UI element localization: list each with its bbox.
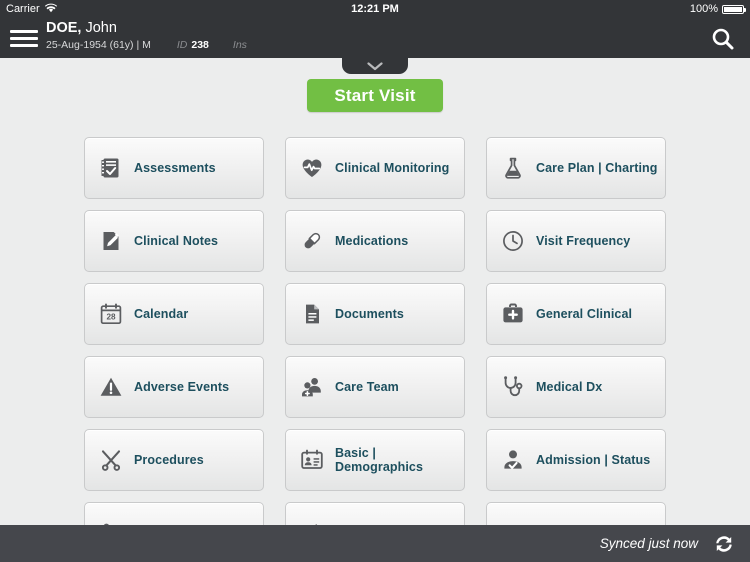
tile-procedures[interactable]: Procedures bbox=[84, 429, 264, 491]
id-card-icon bbox=[299, 447, 325, 473]
tile-label: Admission | Status bbox=[536, 453, 651, 467]
note-pencil-icon bbox=[98, 228, 124, 254]
tile-clinical-notes[interactable]: Clinical Notes bbox=[84, 210, 264, 272]
clipboard-check-icon bbox=[98, 155, 124, 181]
patient-first-name: John bbox=[81, 20, 117, 36]
tile-label: Medications bbox=[335, 234, 409, 248]
tile-label: Documents bbox=[335, 307, 404, 321]
status-bar-right: 100% bbox=[689, 3, 746, 15]
tile-label: Procedures bbox=[134, 453, 204, 467]
patient-id-value: 238 bbox=[191, 39, 209, 51]
module-tile-grid: Assessments Clinical Monitoring Care Pla… bbox=[84, 137, 666, 562]
tile-admission-status[interactable]: Admission | Status bbox=[486, 429, 666, 491]
patient-last-name: DOE, bbox=[46, 20, 82, 36]
battery-full-icon bbox=[722, 4, 746, 14]
tile-label: Adverse Events bbox=[134, 380, 230, 394]
calendar-28-icon: 28 bbox=[98, 301, 124, 327]
tile-general-clinical[interactable]: General Clinical bbox=[486, 283, 666, 345]
tile-label: Care Team bbox=[335, 380, 399, 394]
tile-adverse-events[interactable]: Adverse Events bbox=[84, 356, 264, 418]
sync-status-text: Synced just now bbox=[599, 536, 698, 551]
document-icon bbox=[299, 301, 325, 327]
stethoscope-icon bbox=[500, 374, 526, 400]
people-add-icon bbox=[299, 374, 325, 400]
medical-bag-icon bbox=[500, 301, 526, 327]
tile-label: Visit Frequency bbox=[536, 234, 631, 248]
chevron-down-icon bbox=[367, 61, 383, 71]
person-check-icon bbox=[500, 447, 526, 473]
status-bar-time: 12:21 PM bbox=[351, 3, 399, 15]
tile-medications[interactable]: Medications bbox=[285, 210, 465, 272]
tile-label: Clinical Monitoring bbox=[335, 161, 450, 175]
expand-header-handle[interactable] bbox=[342, 58, 408, 74]
app-root: Carrier 12:21 PM 100% DOE, John 25-Aug-1… bbox=[0, 0, 750, 562]
tile-label: Clinical Notes bbox=[134, 234, 219, 248]
hamburger-menu-icon[interactable] bbox=[10, 26, 38, 50]
insurance-label: Ins bbox=[232, 39, 247, 51]
tile-label: Basic | Demographics bbox=[335, 446, 424, 474]
tile-care-team[interactable]: Care Team bbox=[285, 356, 465, 418]
patient-meta: 25-Aug-1954 (61y) | M ID 238 Ins bbox=[46, 39, 247, 51]
scissors-scalpel-icon bbox=[98, 447, 124, 473]
tile-documents[interactable]: Documents bbox=[285, 283, 465, 345]
tile-basic-demographics[interactable]: Basic | Demographics bbox=[285, 429, 465, 491]
svg-text:28: 28 bbox=[106, 313, 116, 322]
clock-icon bbox=[500, 228, 526, 254]
patient-name: DOE, John bbox=[46, 20, 117, 36]
flask-icon bbox=[500, 155, 526, 181]
tile-calendar[interactable]: 28 Calendar bbox=[84, 283, 264, 345]
tile-visit-frequency[interactable]: Visit Frequency bbox=[486, 210, 666, 272]
patient-id-label: ID bbox=[176, 39, 188, 51]
warning-triangle-icon bbox=[98, 374, 124, 400]
tile-clinical-monitoring[interactable]: Clinical Monitoring bbox=[285, 137, 465, 199]
start-visit-button[interactable]: Start Visit bbox=[307, 79, 443, 112]
tile-medical-dx[interactable]: Medical Dx bbox=[486, 356, 666, 418]
pill-capsule-icon bbox=[299, 228, 325, 254]
patient-header: DOE, John 25-Aug-1954 (61y) | M ID 238 Ins bbox=[0, 18, 750, 58]
tile-label: Calendar bbox=[134, 307, 189, 321]
patient-dob-sex: 25-Aug-1954 (61y) | M bbox=[46, 39, 151, 51]
tile-label: Medical Dx bbox=[536, 380, 603, 394]
tile-assessments[interactable]: Assessments bbox=[84, 137, 264, 199]
tile-label: Assessments bbox=[134, 161, 216, 175]
tile-care-plan-charting[interactable]: Care Plan | Charting bbox=[486, 137, 666, 199]
search-icon[interactable] bbox=[710, 26, 736, 52]
battery-percent-label: 100% bbox=[689, 3, 718, 15]
heart-pulse-icon bbox=[299, 155, 325, 181]
tile-label: Care Plan | Charting bbox=[536, 161, 658, 175]
sync-refresh-icon[interactable] bbox=[712, 532, 736, 556]
sync-status-bar: Synced just now bbox=[0, 525, 750, 562]
ios-status-bar: Carrier 12:21 PM 100% bbox=[0, 0, 750, 18]
tile-label: General Clinical bbox=[536, 307, 633, 321]
